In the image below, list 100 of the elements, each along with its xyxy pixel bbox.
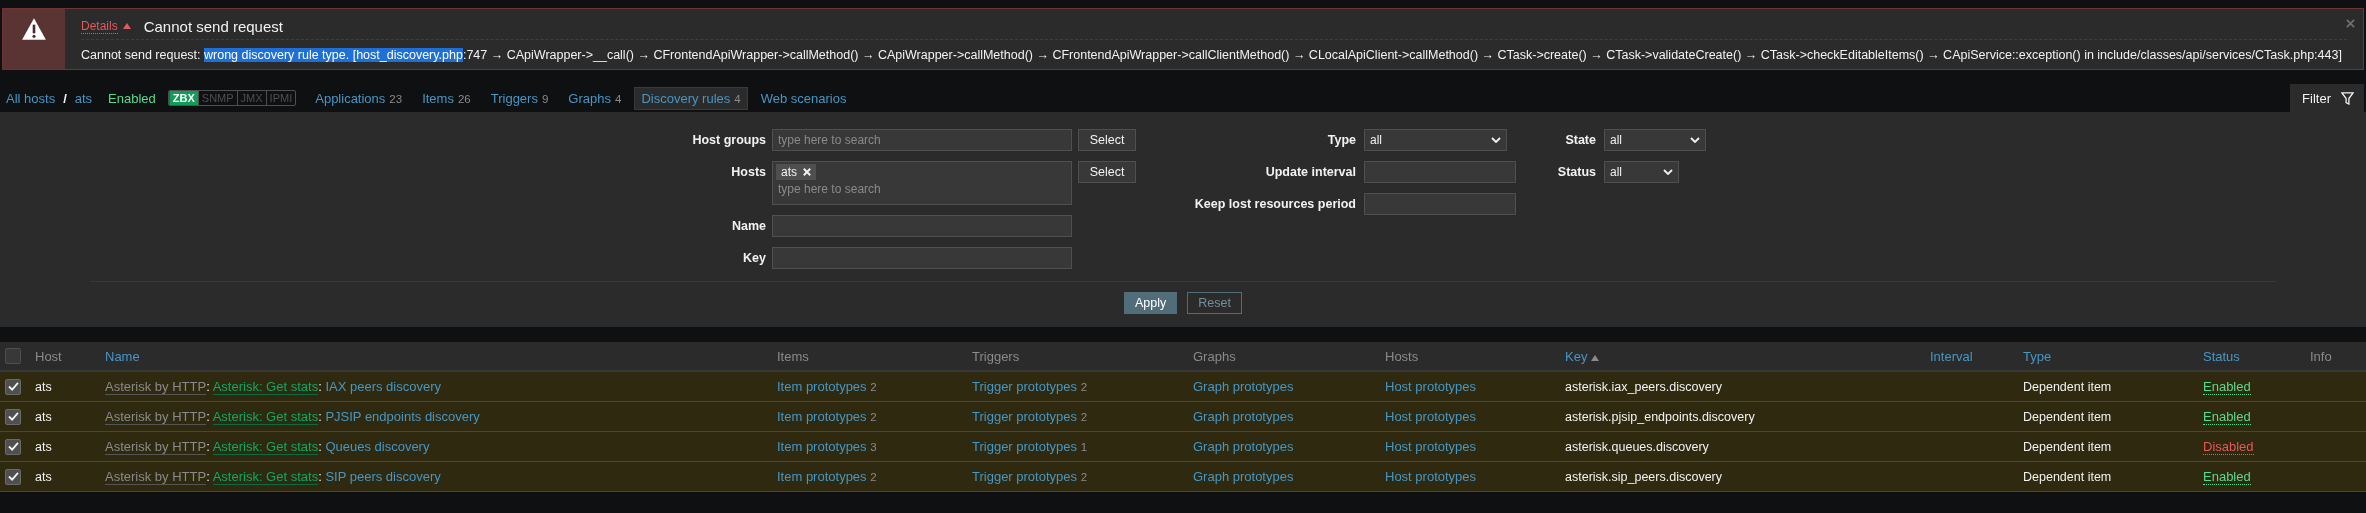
availability-badge: ZBX — [168, 91, 198, 105]
name-field[interactable] — [772, 215, 1072, 237]
details-link[interactable]: Details — [81, 18, 118, 34]
host-tab[interactable]: Applications 23 — [308, 86, 410, 110]
select-button[interactable]: Select — [1078, 129, 1136, 151]
apply-button[interactable]: Apply — [1124, 292, 1178, 314]
table-cell: asterisk.pjsip_endpoints.discovery — [1565, 410, 1755, 424]
host-picker[interactable]: ats type here to search — [772, 161, 1072, 205]
item-prototypes-link[interactable]: Item prototypes — [777, 439, 867, 454]
table-cell: asterisk.queues.discovery — [1565, 440, 1709, 454]
table-cell: Dependent item — [2023, 440, 2112, 454]
chevron-down-icon — [1663, 169, 1673, 175]
rule-name-link[interactable]: Queues discovery — [325, 439, 430, 454]
key-field[interactable] — [772, 247, 1072, 269]
host-search-field[interactable]: type here to search — [776, 180, 1060, 198]
separator-text: : — [318, 439, 322, 454]
column-header: Items — [777, 348, 809, 364]
field-label: Name — [730, 218, 766, 235]
count-text: 3 — [870, 441, 877, 453]
warning-icon — [21, 17, 47, 41]
caret-icon — [122, 23, 131, 29]
table-cell: asterisk.sip_peers.discovery — [1565, 470, 1722, 484]
trigger-prototypes-link[interactable]: Trigger prototypes — [972, 469, 1077, 484]
column-header[interactable]: Key — [1565, 348, 1588, 364]
separator-text: : — [206, 379, 210, 394]
item-prototypes-link[interactable]: Item prototypes — [777, 469, 867, 484]
count-text: 1 — [1080, 441, 1088, 453]
availability-badge: IPMI — [265, 91, 296, 105]
state-dropdown[interactable]: all — [1604, 129, 1706, 151]
host-tab[interactable]: Discovery rules 4 — [634, 86, 748, 110]
filter-tab[interactable]: Filter — [2290, 84, 2364, 112]
column-header[interactable]: Type — [2023, 348, 2052, 364]
table-cell: Dependent item — [2023, 470, 2112, 484]
field-label: State — [1564, 132, 1596, 149]
table-cell: ats — [35, 410, 52, 424]
breadcrumb-link[interactable]: All hosts — [6, 90, 56, 106]
column-header: Host — [35, 348, 62, 364]
field-label: Status — [1556, 164, 1596, 181]
field-label: Key — [742, 250, 766, 267]
count-text: 2 — [870, 381, 877, 393]
column-header: Triggers — [972, 348, 1020, 364]
remove-icon[interactable] — [803, 168, 811, 176]
table-cell: Dependent item — [2023, 380, 2112, 394]
separator-text: : — [318, 379, 322, 394]
trigger-prototypes-link[interactable]: Trigger prototypes — [972, 439, 1077, 454]
count-text: 2 — [1080, 381, 1088, 393]
column-header: Info — [2310, 348, 2332, 364]
host-tab[interactable]: Web scenarios — [753, 86, 854, 110]
table-cell: ats — [35, 440, 52, 454]
table-cell: ats — [35, 380, 52, 394]
breadcrumb-link[interactable]: ats — [74, 90, 93, 106]
host-tab[interactable]: Triggers 9 — [483, 86, 556, 110]
separator-text: : — [206, 469, 210, 484]
update-interval-field[interactable] — [1364, 161, 1516, 183]
keep-lost-field[interactable] — [1364, 193, 1516, 215]
chevron-down-icon — [1491, 137, 1501, 143]
trigger-prototypes-link[interactable]: Trigger prototypes — [972, 409, 1077, 424]
host-tab[interactable]: Items 26 — [415, 86, 478, 110]
separator-text: : — [318, 409, 322, 424]
close-icon[interactable] — [2346, 19, 2355, 28]
error-title: Cannot send request — [143, 17, 283, 35]
column-header[interactable]: Status — [2203, 348, 2240, 364]
host-status: Enabled — [108, 90, 156, 106]
column-header: Hosts — [1385, 348, 1419, 364]
select-button[interactable]: Select — [1078, 161, 1136, 183]
table-cell: ats — [35, 470, 52, 484]
availability-badge: JMX — [236, 91, 266, 105]
table-cell: asterisk.iax_peers.discovery — [1565, 380, 1722, 394]
host-groups-field[interactable]: type here to search — [772, 129, 1072, 151]
separator-text: : — [206, 409, 210, 424]
column-header: Graphs — [1193, 348, 1236, 364]
status-dropdown[interactable]: all — [1604, 161, 1679, 183]
row-checkbox[interactable] — [5, 438, 21, 455]
row-checkbox[interactable] — [5, 408, 21, 425]
rule-name-link[interactable]: IAX peers discovery — [325, 379, 441, 394]
field-label: Type — [1326, 132, 1356, 149]
column-header[interactable]: Name — [105, 348, 140, 364]
chevron-down-icon — [1690, 137, 1700, 143]
item-prototypes-link[interactable]: Item prototypes — [777, 409, 867, 424]
rule-name-link[interactable]: SIP peers discovery — [325, 469, 441, 484]
breadcrumb-separator: / — [63, 90, 67, 106]
rule-name-link[interactable]: PJSIP endpoints discovery — [325, 409, 480, 424]
item-prototypes-link[interactable]: Item prototypes — [777, 379, 867, 394]
count-text: 2 — [870, 411, 877, 423]
filter-icon — [2341, 91, 2354, 105]
availability-badge: SNMP — [197, 91, 237, 105]
field-label: Hosts — [730, 164, 766, 181]
field-label: Update interval — [1264, 164, 1356, 181]
field-label: Host groups — [691, 132, 766, 149]
trigger-prototypes-link[interactable]: Trigger prototypes — [972, 379, 1077, 394]
type-dropdown[interactable]: all — [1364, 129, 1507, 151]
host-tab[interactable]: Graphs 4 — [561, 86, 629, 110]
field-label: Keep lost resources period — [1193, 196, 1356, 213]
row-checkbox[interactable] — [5, 468, 21, 485]
separator-text: : — [318, 469, 322, 484]
count-text: 2 — [1080, 471, 1088, 483]
count-text: 2 — [1080, 411, 1088, 423]
select-all-checkbox[interactable] — [5, 348, 21, 365]
row-checkbox[interactable] — [5, 378, 21, 395]
reset-button[interactable]: Reset — [1187, 292, 1242, 314]
